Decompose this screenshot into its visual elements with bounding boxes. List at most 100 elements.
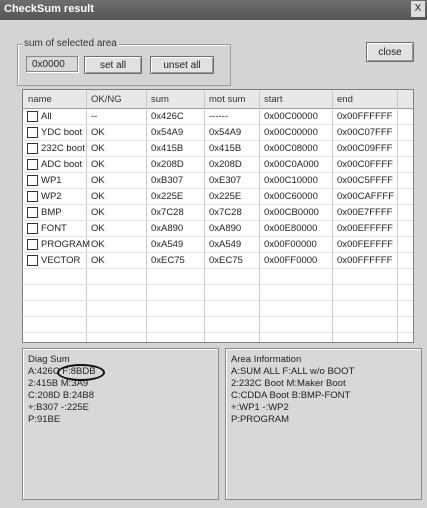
title-bar: CheckSum result X <box>0 0 427 20</box>
checksum-table: name OK/NG sum mot sum start end All -- 0x… <box>22 89 414 343</box>
table-cell: 0x00FEFFFF <box>337 239 393 250</box>
row-checkbox[interactable] <box>27 143 38 154</box>
table-cell: 0xEC75 <box>151 255 185 266</box>
unset-all-button[interactable]: unset all <box>150 56 214 74</box>
table-cell: 0x208D <box>209 159 242 170</box>
table-cell: PROGRAM <box>41 239 91 250</box>
table-row[interactable]: 232C boot OK 0x415B 0x415B 0x00C08000 0x00C09… <box>23 141 413 157</box>
col-header-start[interactable]: start <box>264 94 282 105</box>
table-cell: 0x00C07FFF <box>337 127 393 138</box>
table-cell: 0x00FFFFFF <box>337 111 393 122</box>
col-header-sum[interactable]: sum <box>151 94 169 105</box>
table-cell: OK <box>91 127 105 138</box>
set-all-button[interactable]: set all <box>84 56 142 74</box>
table-row[interactable]: PROGRAM OK 0xA549 0xA549 0x00F00000 0x00FEFFF… <box>23 237 413 253</box>
diag-sum-line: P:91BE <box>28 414 61 425</box>
table-cell: 0xE307 <box>209 175 242 186</box>
area-info-line: 2:232C Boot M:Maker Boot <box>231 378 346 389</box>
table-cell: ------ <box>209 111 228 122</box>
table-cell: WP1 <box>41 175 62 186</box>
table-header: name OK/NG sum mot sum start end <box>23 90 413 109</box>
table-cell: OK <box>91 143 105 154</box>
table-cell: 0x00C60000 <box>264 191 318 202</box>
table-row[interactable]: All -- 0x426C ------ 0x00C00000 0x00FFFFFF <box>23 109 413 125</box>
table-cell: -- <box>91 111 98 122</box>
table-cell: 0x00FFFFFF <box>337 255 393 266</box>
table-cell: 0x225E <box>151 191 184 202</box>
area-info-title: Area Information <box>231 354 302 365</box>
row-checkbox[interactable] <box>27 255 38 266</box>
table-cell: WP2 <box>41 191 62 202</box>
empty-table-row <box>23 285 413 301</box>
diag-sum-panel: Diag Sum A:426C F:8BDB 2:415B M:3A9 C:20… <box>22 348 219 500</box>
row-checkbox[interactable] <box>27 127 38 138</box>
table-cell: 0x225E <box>209 191 242 202</box>
table-cell: 0x426C <box>151 111 184 122</box>
table-cell: 0xEC75 <box>209 255 243 266</box>
table-cell: VECTOR <box>41 255 81 266</box>
table-cell: 0x00E7FFFF <box>337 207 393 218</box>
table-cell: 0x7C28 <box>209 207 242 218</box>
table-cell: 0xA549 <box>209 239 242 250</box>
table-row[interactable]: YDC boot OK 0x54A9 0x54A9 0x00C00000 0x00C07F… <box>23 125 413 141</box>
area-info-line: A:SUM ALL F:ALL w/o BOOT <box>231 366 355 377</box>
table-cell: 0x00C09FFF <box>337 143 393 154</box>
table-cell: OK <box>91 175 105 186</box>
area-info-line: +:WP1 -:WP2 <box>231 402 289 413</box>
table-cell: 0x00CB0000 <box>264 207 319 218</box>
diag-sum-title: Diag Sum <box>28 354 70 365</box>
col-header-end[interactable]: end <box>337 94 353 105</box>
table-cell: 0x00C5FFFF <box>337 175 393 186</box>
empty-table-row <box>23 269 413 285</box>
table-row[interactable]: BMP OK 0x7C28 0x7C28 0x00CB0000 0x00E7FFFF <box>23 205 413 221</box>
col-header-name[interactable]: name <box>28 94 52 105</box>
row-checkbox[interactable] <box>27 207 38 218</box>
table-cell: OK <box>91 207 105 218</box>
empty-table-row <box>23 301 413 317</box>
table-cell: 0x00C00000 <box>264 127 318 138</box>
table-cell: OK <box>91 191 105 202</box>
table-row[interactable]: FONT OK 0xA890 0xA890 0x00E80000 0x00EFFFFF <box>23 221 413 237</box>
row-checkbox[interactable] <box>27 175 38 186</box>
table-cell: 0x00E80000 <box>264 223 318 234</box>
table-row[interactable]: ADC boot OK 0x208D 0x208D 0x00C0A000 0x00C0FF… <box>23 157 413 173</box>
table-cell: 0x00FF0000 <box>264 255 318 266</box>
table-cell: 0x00CAFFFF <box>337 191 395 202</box>
col-header-oknq[interactable]: OK/NG <box>91 94 122 105</box>
table-cell: All <box>41 111 52 122</box>
table-cell: 0xA890 <box>209 223 242 234</box>
table-row[interactable]: VECTOR OK 0xEC75 0xEC75 0x00FF0000 0x00FFFFFF <box>23 253 413 269</box>
row-checkbox[interactable] <box>27 239 38 250</box>
table-cell: 0x00C00000 <box>264 111 318 122</box>
col-header-mot-sum[interactable]: mot sum <box>209 94 245 105</box>
table-cell: 0x00C10000 <box>264 175 318 186</box>
table-row[interactable]: WP2 OK 0x225E 0x225E 0x00C60000 0x00CAFFFF <box>23 189 413 205</box>
table-cell: 0x00EFFFFF <box>337 223 393 234</box>
table-cell: 0x415B <box>209 143 242 154</box>
area-info-line: P:PROGRAM <box>231 414 290 425</box>
table-row[interactable]: WP1 OK 0xB307 0xE307 0x00C10000 0x00C5FFFF <box>23 173 413 189</box>
row-checkbox[interactable] <box>27 191 38 202</box>
table-cell: 0x00C0A000 <box>264 159 319 170</box>
empty-table-row <box>23 317 413 333</box>
table-cell: BMP <box>41 207 62 218</box>
table-cell: 0xA549 <box>151 239 184 250</box>
row-checkbox[interactable] <box>27 159 38 170</box>
table-cell: 0x54A9 <box>151 127 184 138</box>
checksum-result-window: CheckSum result X sum of selected area 0… <box>0 0 427 508</box>
row-checkbox[interactable] <box>27 223 38 234</box>
row-checkbox[interactable] <box>27 111 38 122</box>
table-cell: OK <box>91 239 105 250</box>
table-cell: 0x00C08000 <box>264 143 318 154</box>
table-cell: 0xA890 <box>151 223 184 234</box>
window-title: CheckSum result <box>4 3 94 15</box>
table-cell: 0x00F00000 <box>264 239 317 250</box>
table-cell: 0x208D <box>151 159 184 170</box>
table-cell: 0x54A9 <box>209 127 242 138</box>
table-cell: FONT <box>41 223 67 234</box>
close-button[interactable]: close <box>366 42 414 62</box>
table-cell: OK <box>91 159 105 170</box>
table-cell: OK <box>91 255 105 266</box>
table-cell: 0x00C0FFFF <box>337 159 393 170</box>
window-close-icon[interactable]: X <box>411 1 425 17</box>
